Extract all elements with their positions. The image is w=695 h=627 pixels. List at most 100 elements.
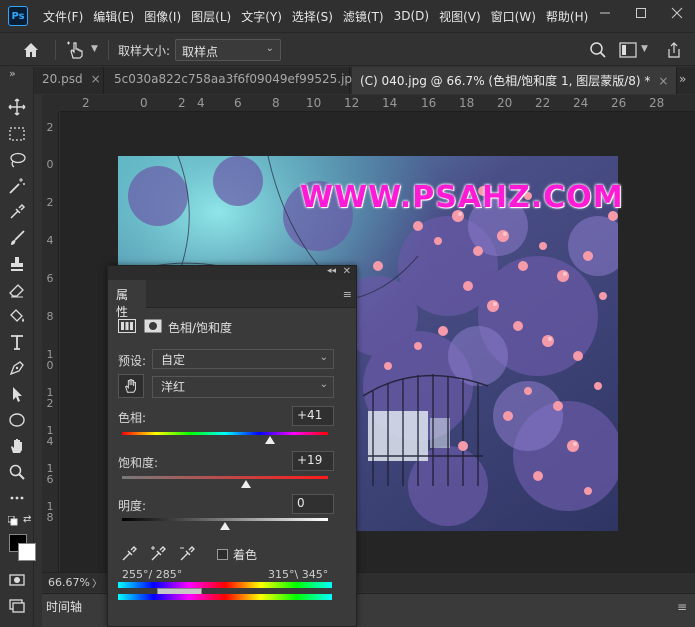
- ruler-tick-label: 4: [46, 234, 54, 247]
- quick-mask-icon[interactable]: [7, 570, 27, 590]
- minimize-icon[interactable]: [587, 0, 623, 26]
- ruler-tick-label: 28: [649, 96, 665, 110]
- ruler-tick-label: 0: [140, 96, 148, 110]
- tab-040-jpg[interactable]: (C) 040.jpg @ 66.7% (色相/饱和度 1, 图层蒙版/8) *…: [352, 67, 677, 94]
- chevron-down-icon: ⌄: [265, 43, 274, 54]
- eraser-tool-icon[interactable]: [7, 280, 27, 300]
- more-tools-icon[interactable]: [7, 488, 27, 508]
- search-icon[interactable]: [589, 41, 607, 62]
- collapse-toolbar-icon[interactable]: »: [9, 67, 16, 80]
- preset-select[interactable]: 自定 ⌄: [152, 349, 334, 369]
- menu-layer[interactable]: 图层(L): [186, 8, 236, 25]
- swap-colors-icon[interactable]: ⇄: [23, 514, 31, 525]
- horizontal-ruler[interactable]: 2 0 2 4 6 8 10 12 14 16 18 20 22 24 26 2…: [60, 95, 695, 112]
- lightness-value-field[interactable]: 0: [292, 494, 334, 514]
- saturation-slider-track[interactable]: [122, 476, 328, 479]
- magic-wand-tool-icon[interactable]: [7, 176, 27, 196]
- eyedropper-icon[interactable]: [120, 545, 138, 563]
- tab-overflow-icon[interactable]: »: [679, 72, 686, 86]
- pen-tool-icon[interactable]: [7, 358, 27, 378]
- input-hue-bar: [118, 582, 332, 588]
- move-tool-icon[interactable]: [7, 97, 27, 117]
- type-tool-icon[interactable]: [7, 332, 27, 352]
- paint-bucket-tool-icon[interactable]: [7, 306, 27, 326]
- ruler-tick-label: 22: [535, 96, 551, 110]
- collapse-panel-icon[interactable]: ◂◂: [327, 266, 336, 276]
- saturation-value-field[interactable]: +19: [292, 451, 334, 471]
- ruler-tick-label: 18: [459, 96, 475, 110]
- document-tabs: 20.psd × 5c030a822c758aa3f6f09049ef99525.…: [34, 67, 695, 94]
- share-icon[interactable]: [666, 41, 682, 62]
- tab-20-psd[interactable]: 20.psd ×: [34, 67, 104, 94]
- menu-edit[interactable]: 编辑(E): [88, 8, 139, 25]
- close-panel-icon[interactable]: ✕: [343, 266, 351, 277]
- menu-3d[interactable]: 3D(D): [389, 9, 434, 23]
- ruler-tick-label: 2: [82, 96, 90, 110]
- lasso-tool-icon[interactable]: [7, 150, 27, 170]
- ruler-tick-label: 1 8: [46, 500, 54, 524]
- close-icon[interactable]: [659, 0, 695, 26]
- adjustment-header: 色相/饱和度: [118, 316, 232, 338]
- menu-file[interactable]: 文件(F): [38, 8, 88, 25]
- ruler-tick-label: 2: [46, 196, 54, 209]
- menu-image[interactable]: 图像(I): [139, 8, 186, 25]
- menu-window[interactable]: 窗口(W): [486, 8, 541, 25]
- close-tab-icon[interactable]: ×: [91, 72, 101, 86]
- ruler-tick-label: 26: [611, 96, 627, 110]
- status-arrow-icon[interactable]: 〉: [92, 575, 102, 590]
- targeted-adjustment-icon[interactable]: [66, 40, 86, 63]
- colorize-checkbox[interactable]: [217, 549, 228, 560]
- lightness-slider-track[interactable]: [122, 518, 328, 521]
- ellipse-tool-icon[interactable]: [7, 410, 27, 430]
- home-icon[interactable]: [22, 41, 40, 62]
- layer-mask-icon[interactable]: [144, 319, 162, 336]
- on-image-adjust-button[interactable]: [118, 374, 144, 398]
- eyedropper-minus-icon[interactable]: [178, 545, 196, 563]
- vertical-ruler[interactable]: 2 0 2 4 6 8 1 0 1 2 1 4 1 6 1 8: [42, 112, 59, 572]
- eyedropper-plus-icon[interactable]: [149, 545, 167, 563]
- menu-type[interactable]: 文字(Y): [236, 8, 287, 25]
- tab-properties[interactable]: 属性: [108, 280, 146, 319]
- hue-value-field[interactable]: +41: [292, 406, 334, 426]
- background-color-swatch[interactable]: [18, 543, 36, 561]
- screen-mode-icon[interactable]: [7, 596, 27, 616]
- lightness-slider-thumb[interactable]: [220, 522, 230, 530]
- options-bar: ▼ 取样大小: 取样点 ⌄ ▼: [0, 32, 695, 66]
- marquee-tool-icon[interactable]: [7, 124, 27, 144]
- tab-label: (C) 040.jpg @ 66.7% (色相/饱和度 1, 图层蒙版/8) *: [360, 74, 651, 88]
- hand-tool-icon[interactable]: [7, 436, 27, 456]
- eyedropper-tool-icon[interactable]: [7, 202, 27, 222]
- stamp-tool-icon[interactable]: [7, 254, 27, 274]
- menu-help[interactable]: 帮助(H): [541, 8, 593, 25]
- sample-size-value: 取样点: [182, 45, 219, 59]
- menu-view[interactable]: 视图(V): [434, 8, 486, 25]
- workspace-chevron-icon[interactable]: ▼: [641, 44, 648, 54]
- panel-menu-icon[interactable]: ≡: [343, 288, 352, 301]
- menu-select[interactable]: 选择(S): [287, 8, 338, 25]
- workspace-icon[interactable]: [619, 42, 637, 61]
- zoom-level[interactable]: 66.67%: [48, 576, 90, 589]
- sample-size-label: 取样大小:: [118, 44, 171, 58]
- channel-select[interactable]: 洋红 ⌄: [152, 376, 334, 398]
- hue-slider-track[interactable]: [122, 432, 328, 435]
- ruler-tick-label: 16: [421, 96, 437, 110]
- panel-header[interactable]: ◂◂ ✕: [108, 266, 356, 280]
- path-selection-tool-icon[interactable]: [7, 384, 27, 404]
- chevron-down-icon: ⌄: [319, 352, 328, 363]
- hue-slider-thumb[interactable]: [265, 436, 276, 444]
- default-colors-icon[interactable]: [7, 515, 18, 529]
- timeline-tab[interactable]: 时间轴: [46, 598, 82, 615]
- tool-preset-chevron-icon[interactable]: ▼: [91, 44, 98, 54]
- sample-size-select[interactable]: 取样点 ⌄: [175, 39, 281, 61]
- zoom-tool-icon[interactable]: [7, 462, 27, 482]
- panel-menu-icon[interactable]: ≡: [677, 600, 687, 614]
- saturation-slider-thumb[interactable]: [240, 480, 251, 488]
- maximize-icon[interactable]: [623, 0, 659, 26]
- close-tab-icon[interactable]: ×: [658, 74, 668, 88]
- lightness-label: 明度:: [118, 499, 147, 513]
- menu-filter[interactable]: 滤镜(T): [338, 8, 389, 25]
- brush-tool-icon[interactable]: [7, 228, 27, 248]
- tab-5c030a[interactable]: 5c030a822c758aa3f6f09049ef99525.jpg×: [106, 67, 378, 94]
- menu-bar: Ps 文件(F) 编辑(E) 图像(I) 图层(L) 文字(Y) 选择(S) 滤…: [0, 0, 695, 32]
- ruler-tick-label: 1 4: [46, 424, 54, 448]
